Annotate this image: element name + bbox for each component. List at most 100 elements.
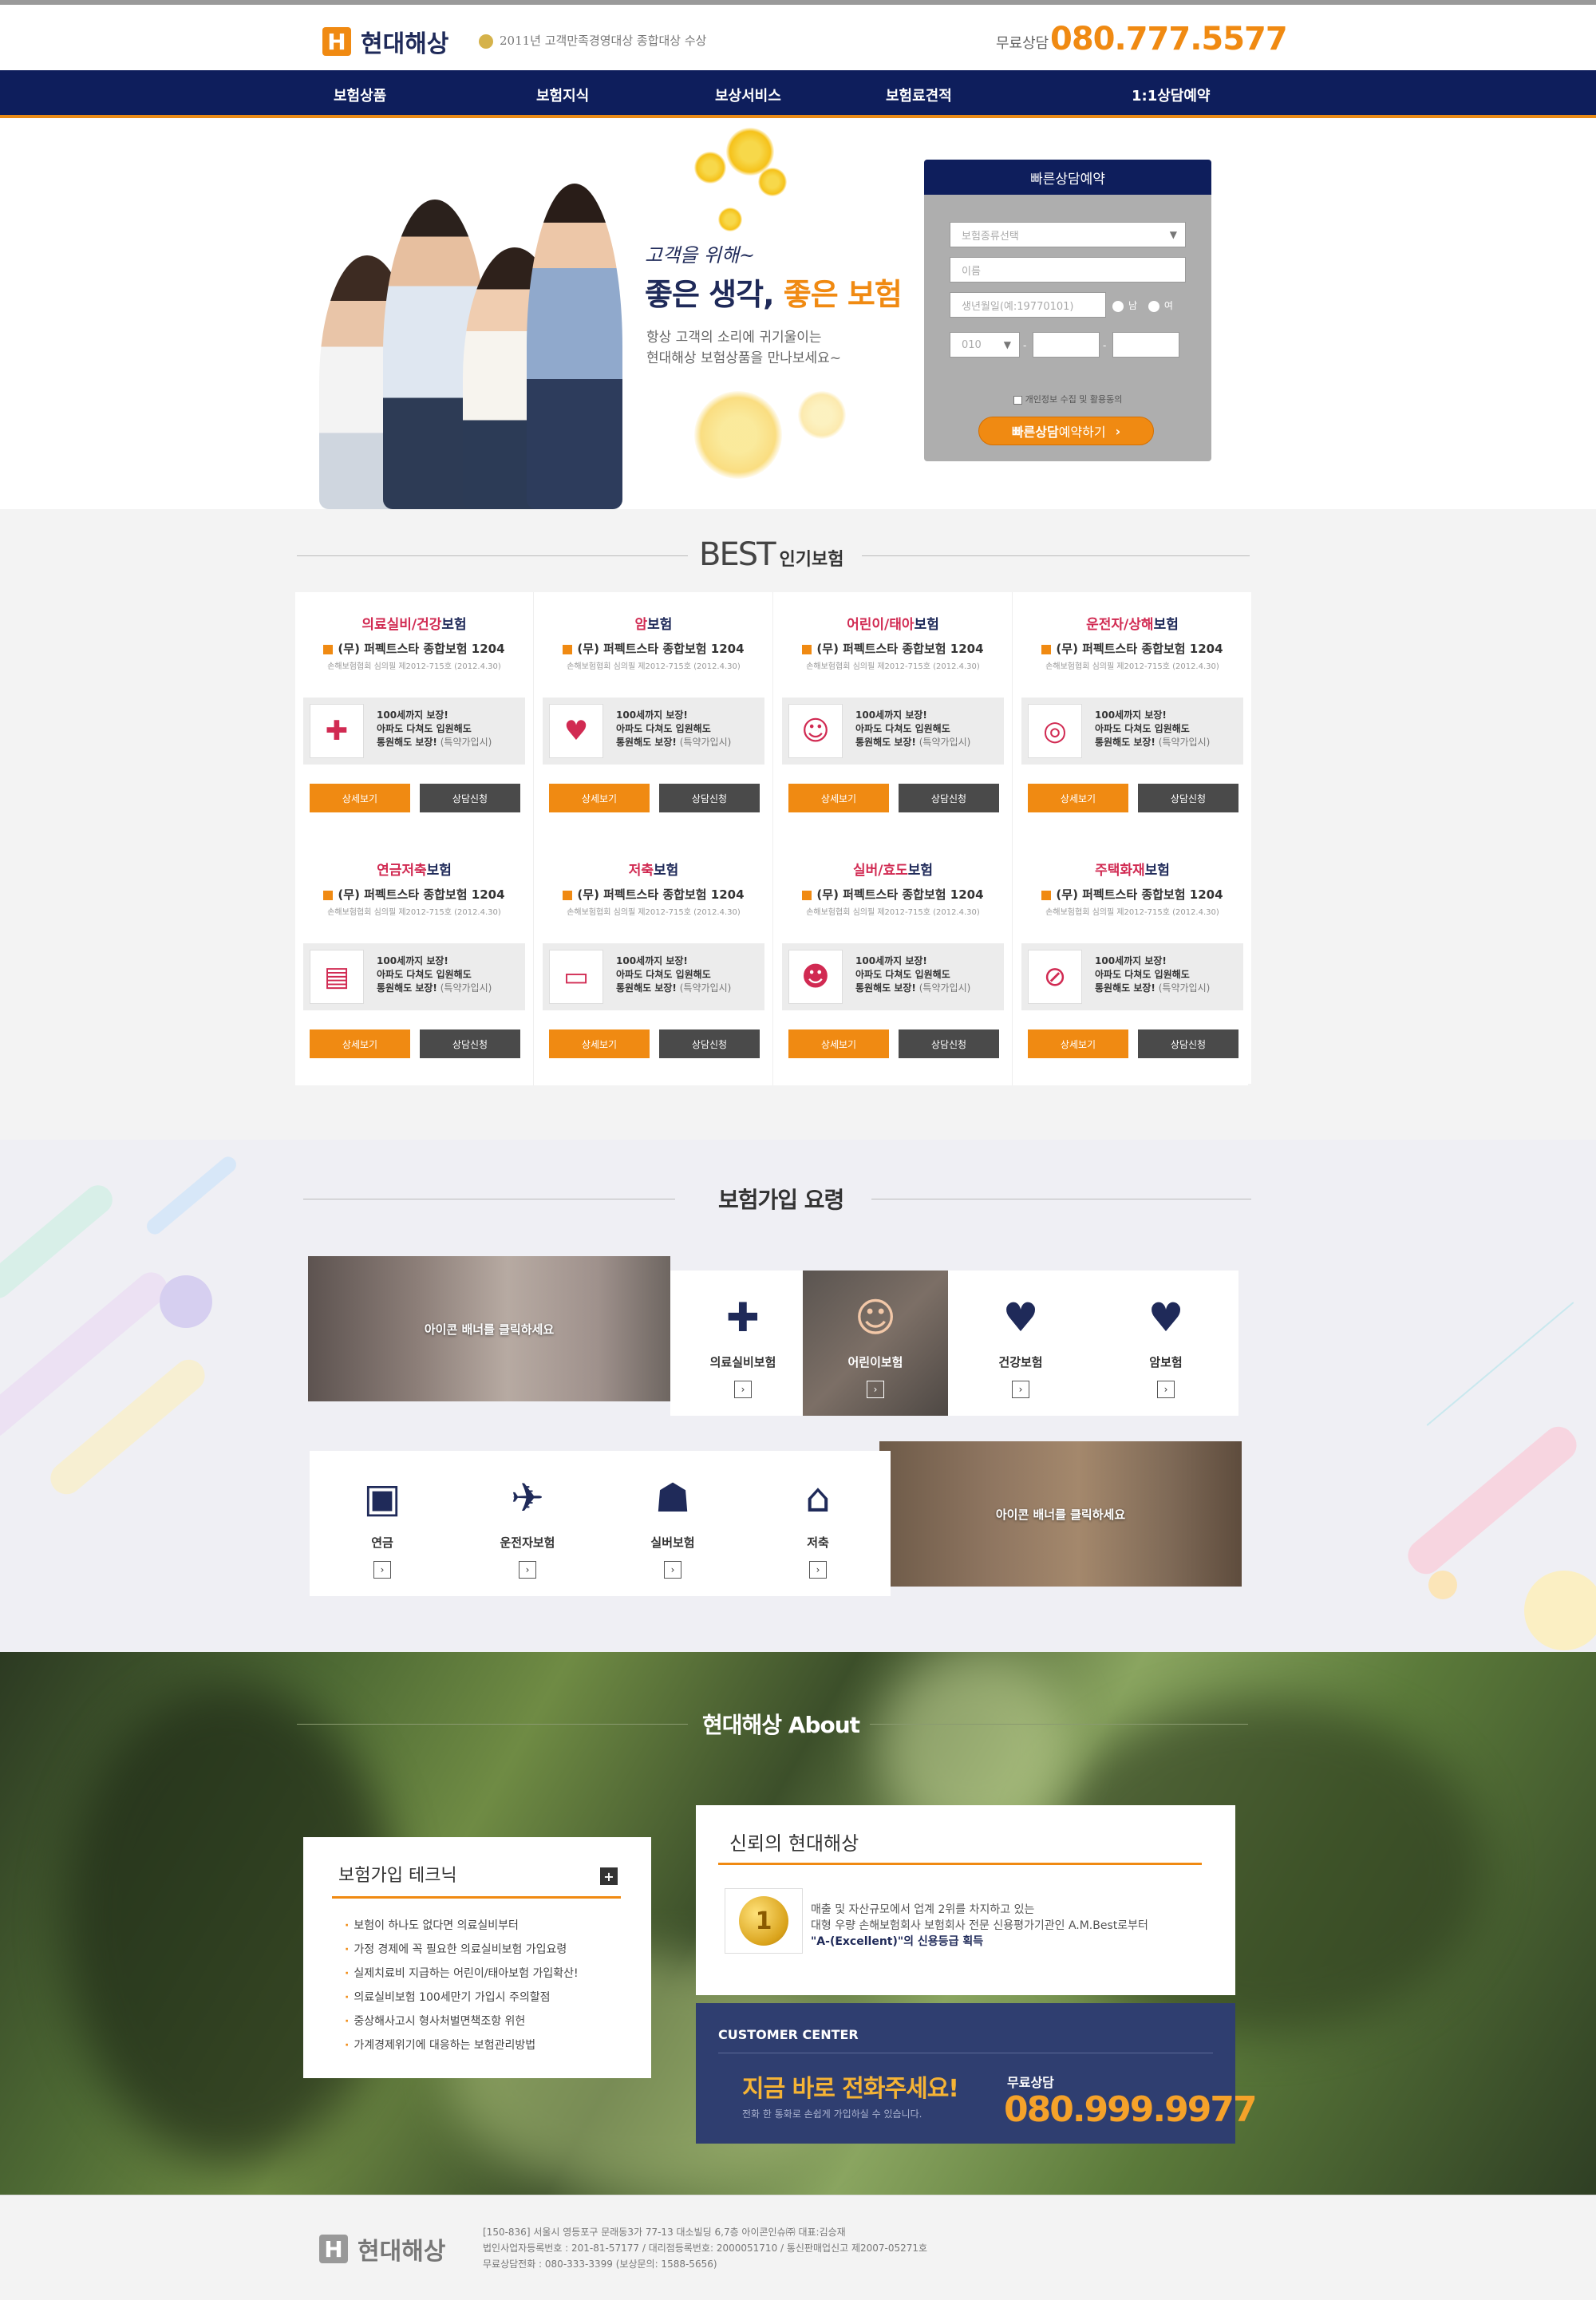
nav-item-quote[interactable]: 보험료견적 (886, 85, 952, 105)
nav-item-knowledge[interactable]: 보험지식 (536, 85, 589, 105)
phone-middle-input[interactable] (1033, 332, 1100, 358)
detail-button[interactable]: 상세보기 (310, 1029, 410, 1058)
banner-family-home-photo[interactable]: 아이콘 배너를 클릭하세요 (879, 1441, 1242, 1587)
detail-button[interactable]: 상세보기 (1028, 784, 1128, 812)
consult-button[interactable]: 상담신청 (1138, 1029, 1238, 1058)
decoration (1401, 1420, 1583, 1581)
card-title: 의료실비/건강보험 (295, 613, 533, 633)
insurance-tile[interactable]: ✚ 의료실비보험 › (670, 1271, 816, 1416)
nav-item-products[interactable]: 보험상품 (334, 85, 386, 105)
detail-button[interactable]: 상세보기 (310, 784, 410, 812)
card-text-line3: 통원해도 보장! (616, 982, 677, 994)
arrow-right-icon[interactable]: › (809, 1561, 827, 1579)
consult-button[interactable]: 상담신청 (420, 784, 520, 812)
insurance-tile[interactable]: ☺ 어린이보험 › (803, 1271, 948, 1416)
privacy-agree[interactable]: 개인정보 수집 및 활용동의 (924, 393, 1211, 405)
header-phone[interactable]: 080.777.5577 (1050, 21, 1288, 57)
card-title-suffix: 보험 (907, 863, 934, 879)
card-text-note: (특약가입시) (915, 982, 971, 994)
quick-reserve-button[interactable]: 빠른상담 예약하기 › (978, 417, 1154, 445)
card-text-line3: 통원해도 보장! (855, 737, 916, 748)
arrow-right-icon[interactable]: › (373, 1561, 391, 1579)
decoration (1524, 1571, 1596, 1650)
card-product: (무) 퍼펙트스타 종합보험 1204 (535, 640, 772, 657)
card-icon-glyph: ✚ (325, 715, 349, 747)
brand-mark-icon (323, 890, 334, 900)
detail-button[interactable]: 상세보기 (788, 784, 889, 812)
card-text-line3: 통원해도 보장! (377, 737, 437, 748)
consult-button[interactable]: 상담신청 (899, 1029, 999, 1058)
card-icon-glyph: ☻ (801, 961, 830, 993)
arrow-right-icon[interactable]: › (664, 1561, 681, 1579)
tile-glyph: ▣ (363, 1475, 401, 1521)
insurance-tile[interactable]: ☗ 실버보험 › (600, 1451, 745, 1596)
card-product-name: (무) 퍼펙트스타 종합보험 1204 (1056, 887, 1223, 902)
arrow-right-icon[interactable]: › (734, 1381, 752, 1398)
insurance-tile[interactable]: ✈ 운전자보험 › (455, 1451, 600, 1596)
card-divider (1012, 592, 1013, 1085)
card-body: ☺ 100세까지 보장! 아파도 다쳐도 입원해도 통원해도 보장! (특약가입시) (782, 698, 1004, 765)
elder-face-icon: ☻ (788, 950, 843, 1004)
award-text: 2011년 고객만족경영대상 종합대상 수상 (479, 32, 706, 49)
arrow-right-icon[interactable]: › (519, 1561, 536, 1579)
card-text: 100세까지 보장! 아파도 다쳐도 입원해도 통원해도 보장! (특약가입시) (377, 954, 492, 995)
cc-phone[interactable]: 080.999.9977 (1004, 2089, 1258, 2130)
name-input[interactable]: 이름 (950, 257, 1186, 283)
decoration (1428, 1571, 1457, 1599)
banner-family-photo[interactable]: 아이콘 배너를 클릭하세요 (308, 1256, 670, 1401)
card-text-note: (특약가입시) (437, 982, 492, 994)
arrow-right-icon[interactable]: › (1157, 1381, 1175, 1398)
gender-radios: 남 여 (1112, 298, 1173, 312)
logo[interactable]: H 현대해상 (322, 24, 448, 59)
plus-icon[interactable]: + (600, 1867, 618, 1885)
card-product-name: (무) 퍼펙트스타 종합보험 1204 (577, 642, 745, 656)
card-text: 100세까지 보장! 아파도 다쳐도 입원해도 통원해도 보장! (특약가입시) (855, 954, 970, 995)
nav-item-compensation[interactable]: 보상서비스 (715, 85, 781, 105)
insurance-tile[interactable]: ▣ 연금 › (310, 1451, 455, 1596)
tech-item[interactable]: 가계경제위기에 대응하는 보험관리방법 (345, 2037, 535, 2053)
hero-desc-line2: 현대해상 보험상품을 만나보세요~ (646, 350, 842, 366)
card-icon-glyph: ⊘ (1043, 961, 1067, 993)
consult-button[interactable]: 상담신청 (659, 1029, 760, 1058)
insurance-type-select[interactable]: 보험종류선택 ▼ (950, 222, 1186, 247)
consult-button[interactable]: 상담신청 (899, 784, 999, 812)
card-title-suffix: 보험 (426, 863, 452, 879)
arrow-right-icon[interactable]: › (867, 1381, 884, 1398)
consult-button[interactable]: 상담신청 (659, 784, 760, 812)
insurance-tile[interactable]: ♥ 암보험 › (1093, 1271, 1238, 1416)
birth-input[interactable]: 생년월일(예:19770101) (950, 292, 1106, 318)
trust-box: 신뢰의 현대해상 1 매출 및 자산규모에서 업계 2위를 차지하고 있는 대형… (696, 1805, 1235, 1995)
banner-bottom-text: 아이콘 배너를 클릭하세요 (995, 1507, 1126, 1522)
hero-desc-line1: 항상 고객의 소리에 귀기울이는 (646, 330, 822, 346)
tech-item[interactable]: 보험이 하나도 없다면 의료실비부터 (345, 1917, 519, 1933)
tech-item[interactable]: 의료실비보험 100세만기 가입시 주의할점 (345, 1989, 550, 2005)
hero-headline: 좋은 생각, 좋은 보험 (645, 270, 903, 314)
insurance-tile[interactable]: ⌂ 저축 › (745, 1451, 891, 1596)
tech-item[interactable]: 실제치료비 지급하는 어린이/태아보험 가입확산! (345, 1965, 578, 1981)
card-product: (무) 퍼펙트스타 종합보험 1204 (295, 886, 533, 903)
phone-prefix-select[interactable]: 010 ▼ (950, 332, 1020, 358)
money-icon: ▤ (310, 950, 364, 1004)
product-card: 연금저축보험 (무) 퍼펙트스타 종합보험 1204 손해보험협회 심의필 제201… (295, 838, 533, 1084)
consult-button[interactable]: 상담신청 (1138, 784, 1238, 812)
detail-button[interactable]: 상세보기 (549, 784, 650, 812)
card-title-category: 운전자/상해 (1086, 617, 1154, 633)
brand-mark-icon (802, 644, 812, 654)
detail-button[interactable]: 상세보기 (788, 1029, 889, 1058)
phone-last-input[interactable] (1112, 332, 1179, 358)
card-title-suffix: 보험 (654, 863, 679, 879)
agree-checkbox[interactable] (1013, 395, 1022, 405)
male-radio[interactable] (1112, 300, 1124, 312)
consult-button[interactable]: 상담신청 (420, 1029, 520, 1058)
tech-item[interactable]: 중상해사고시 형사처벌면책조항 위헌 (345, 2013, 525, 2029)
female-radio[interactable] (1148, 300, 1159, 312)
insurance-tile[interactable]: ♥ 건강보험 › (948, 1271, 1093, 1416)
detail-button[interactable]: 상세보기 (1028, 1029, 1128, 1058)
arrow-right-icon[interactable]: › (1012, 1381, 1029, 1398)
detail-button[interactable]: 상세보기 (549, 1029, 650, 1058)
phone-dash: - (1103, 340, 1107, 351)
product-card: 실버/효도보험 (무) 퍼펙트스타 종합보험 1204 손해보험협회 심의필 제20… (774, 838, 1012, 1084)
car-crash-icon: ✈ (455, 1475, 600, 1521)
nav-item-reservation[interactable]: 1:1상담예약 (1132, 85, 1211, 105)
tech-item[interactable]: 가정 경제에 꼭 필요한 의료실비보험 가입요령 (345, 1941, 567, 1957)
